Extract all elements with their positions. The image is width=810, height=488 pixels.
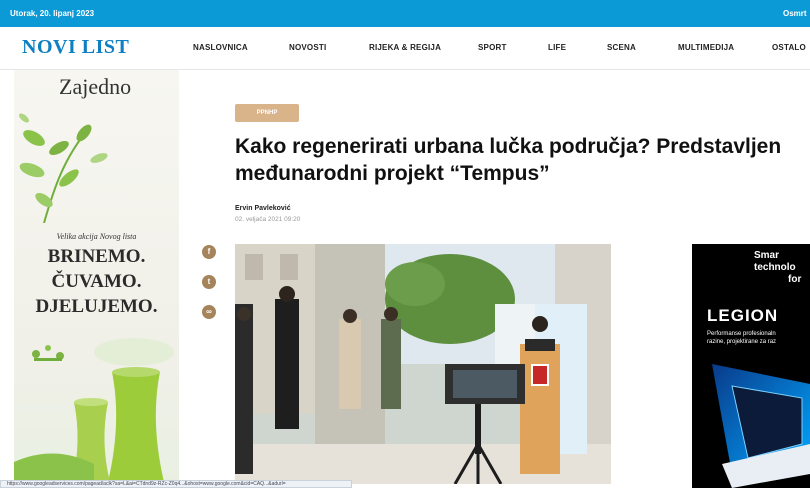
nav-item-life[interactable]: LIFE [548, 43, 566, 52]
nav-item-rijeka-regija[interactable]: RIJEKA & REGIJA [369, 43, 441, 52]
ad-desc-1: Performanse profesionaln [707, 331, 776, 337]
ad-text-line-3: for [788, 274, 802, 285]
twitter-icon[interactable]: t [202, 275, 216, 289]
laptop-illustration [712, 364, 810, 488]
nav-item-sport[interactable]: SPORT [478, 43, 507, 52]
campaign-label: Velika akcija Novog lista [56, 232, 137, 241]
cooling-towers-illustration [14, 338, 174, 482]
slogan-line-2: ČUVAMO. [51, 271, 142, 292]
ad-heading: Zajedno [59, 74, 132, 99]
article-date: 02. veljača 2021 09:20 [235, 216, 301, 223]
nav-item-naslovnica[interactable]: NASLOVNICA [193, 43, 248, 52]
ad-text-line-1: Smar [754, 250, 780, 261]
left-banner-ad[interactable]: Zajedno Velika akcija Novog lista BRINEM… [14, 70, 179, 482]
main-navigation: NOVI LIST NASLOVNICA NOVOSTI RIJEKA & RE… [0, 27, 810, 70]
article-title: Kako regenerirati urbana lučka područja?… [235, 135, 782, 185]
topbar-link-osmrtnice[interactable]: Osmrt [783, 9, 807, 18]
slogan-line-3: DJELUJEMO. [35, 296, 158, 317]
leaves-illustration [19, 113, 108, 223]
site-logo[interactable]: NOVI LIST [22, 36, 129, 59]
nav-item-novosti[interactable]: NOVOSTI [289, 43, 326, 52]
current-date: Utorak, 20. lipanj 2023 [10, 9, 95, 18]
top-bar: Utorak, 20. lipanj 2023 Osmrt [0, 0, 810, 27]
facebook-icon[interactable]: f [202, 245, 216, 259]
slogan-line-1: BRINEMO. [47, 246, 146, 267]
ad-desc-2: razine, projektirane za raz [707, 339, 777, 345]
category-badge[interactable]: PPNHP [235, 104, 299, 122]
nav-item-multimedija[interactable]: MULTIMEDIJA [678, 43, 734, 52]
nav-item-scena[interactable]: SCENA [607, 43, 636, 52]
status-bar-url: https://www.googleadservices.com/pagead/… [0, 480, 352, 488]
link-icon[interactable]: ∞ [202, 305, 216, 319]
article-photo[interactable] [235, 244, 611, 484]
legion-brand: LEGION [707, 306, 779, 325]
nav-item-ostalo[interactable]: OSTALO [772, 43, 806, 52]
right-banner-ad[interactable]: Smar technolo for LEGION Performanse pro… [692, 244, 810, 488]
article-author[interactable]: Ervin Pavleković [235, 205, 291, 212]
ad-text-line-2: technolo [754, 262, 796, 273]
